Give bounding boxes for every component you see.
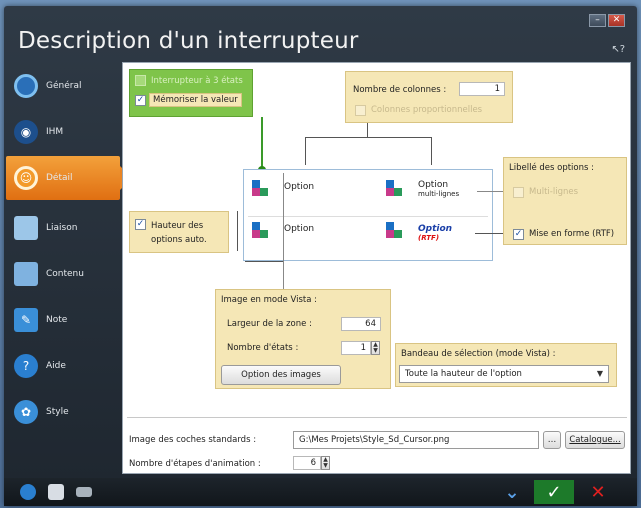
option-4: Option (RTF) bbox=[418, 224, 452, 242]
colonnes-prop-checkbox[interactable] bbox=[355, 105, 366, 116]
bandeau-select[interactable]: Toute la hauteur de l'option ▼ bbox=[399, 365, 609, 383]
option-image-icon bbox=[252, 180, 270, 198]
connector-line bbox=[305, 137, 306, 165]
option-image-icon bbox=[386, 222, 404, 240]
colonnes-prop-label: Colonnes proportionnelles bbox=[371, 105, 483, 115]
connector-line bbox=[367, 123, 368, 137]
interrupteur-3-etats-label: Interrupteur à 3 états bbox=[151, 76, 243, 86]
document-icon bbox=[14, 262, 38, 286]
connector-line bbox=[475, 233, 503, 234]
browse-button[interactable]: … bbox=[543, 431, 561, 449]
window-controls: – ✕ bbox=[589, 14, 625, 27]
eye-icon: ◉ bbox=[14, 120, 38, 144]
window-title: Description d'un interrupteur bbox=[18, 28, 359, 54]
ring-icon: ☺ bbox=[14, 166, 38, 190]
multi-lignes-checkbox[interactable] bbox=[513, 187, 524, 198]
sidebar-item-liaison[interactable]: Liaison bbox=[6, 206, 120, 250]
option-image-icon bbox=[386, 180, 404, 198]
option-4-line1: Option bbox=[418, 224, 453, 234]
option-images-button[interactable]: Option des images bbox=[221, 365, 341, 385]
sidebar: Général ◉ IHM ☺ Détail Liaison Contenu ✎… bbox=[6, 62, 132, 474]
bottom-toolbar: ⌄ ✓ ✕ bbox=[4, 478, 637, 506]
sidebar-item-label: Détail bbox=[46, 173, 73, 183]
image-coches-input[interactable]: G:\Mes Projets\Style_Sd_Cursor.png bbox=[293, 431, 539, 449]
sidebar-item-label: Note bbox=[46, 315, 68, 325]
etapes-input[interactable]: 6 bbox=[293, 456, 321, 470]
keyboard-icon[interactable] bbox=[76, 487, 92, 497]
options-preview: Option Option multi-lignes Option Option… bbox=[243, 169, 493, 261]
mise-en-forme-checkbox[interactable]: ✓ bbox=[513, 229, 524, 240]
nb-colonnes-input[interactable]: 1 bbox=[459, 82, 505, 96]
sidebar-item-label: Général bbox=[46, 81, 82, 91]
sidebar-item-aide[interactable]: ? Aide bbox=[6, 344, 120, 388]
sidebar-item-detail[interactable]: ☺ Détail bbox=[6, 156, 132, 200]
etats-input[interactable]: 1 bbox=[341, 341, 371, 355]
hauteur-options-label: Hauteur des options auto. bbox=[151, 221, 207, 245]
option-4-line2: (RTF) bbox=[418, 234, 440, 242]
option-2: Option bbox=[284, 224, 315, 234]
help-icon: ? bbox=[14, 354, 38, 378]
option-3: Option multi-lignes bbox=[418, 180, 459, 198]
sidebar-item-general[interactable]: Général bbox=[6, 64, 120, 108]
validate-button[interactable]: ✓ bbox=[534, 480, 574, 504]
sidebar-item-style[interactable]: ✿ Style bbox=[6, 390, 120, 434]
connector-line bbox=[431, 137, 432, 165]
style-icon: ✿ bbox=[14, 400, 38, 424]
option-image-icon bbox=[252, 222, 270, 240]
connector-line bbox=[305, 137, 431, 138]
close-button[interactable]: ✕ bbox=[608, 14, 625, 27]
sidebar-item-label: Liaison bbox=[46, 223, 78, 233]
etapes-label: Nombre d'étapes d'animation : bbox=[129, 459, 261, 469]
window-background: Description d'un interrupteur – ✕ ↖? Gén… bbox=[0, 0, 641, 508]
detail-panel: Interrupteur à 3 états ✓ Mémoriser la va… bbox=[122, 62, 631, 474]
catalogue-button[interactable]: Catalogue... bbox=[565, 431, 625, 449]
sidebar-item-ihm[interactable]: ◉ IHM bbox=[6, 110, 120, 154]
note-icon: ✎ bbox=[14, 308, 38, 332]
connector-line bbox=[477, 191, 503, 192]
mise-en-forme-label: Mise en forme (RTF) bbox=[529, 229, 615, 239]
colonnes-panel bbox=[345, 71, 513, 123]
ring-icon bbox=[14, 74, 38, 98]
width-indicator bbox=[245, 261, 283, 262]
divider bbox=[248, 216, 488, 217]
minimize-button[interactable]: – bbox=[589, 14, 606, 27]
sidebar-item-label: IHM bbox=[46, 127, 64, 137]
sidebar-item-contenu[interactable]: Contenu bbox=[6, 252, 120, 296]
chevron-down-icon: ▼ bbox=[596, 369, 603, 378]
sidebar-item-label: Contenu bbox=[46, 269, 84, 279]
etats-label: Nombre d'états : bbox=[227, 343, 299, 353]
image-coches-label: Image des coches standards : bbox=[129, 435, 257, 445]
divider bbox=[127, 417, 627, 418]
chevron-down-button[interactable]: ⌄ bbox=[492, 480, 532, 504]
hauteur-options-checkbox[interactable]: ✓ bbox=[135, 219, 146, 230]
etats-spinner[interactable]: ▲ ▼ bbox=[371, 341, 380, 355]
option-1: Option bbox=[284, 182, 315, 192]
sidebar-item-label: Style bbox=[46, 407, 69, 417]
width-guide bbox=[283, 173, 284, 289]
window-icon[interactable] bbox=[48, 484, 64, 500]
bandeau-title: Bandeau de sélection (mode Vista) : bbox=[401, 349, 556, 359]
image-vista-title: Image en mode Vista : bbox=[221, 295, 317, 305]
height-indicator bbox=[237, 211, 238, 251]
sidebar-item-note[interactable]: ✎ Note bbox=[6, 298, 120, 342]
cancel-button[interactable]: ✕ bbox=[578, 480, 618, 504]
sidebar-item-label: Aide bbox=[46, 361, 66, 371]
multi-lignes-label: Multi-lignes bbox=[529, 187, 579, 197]
option-3-line1: Option bbox=[418, 180, 449, 190]
nb-colonnes-label: Nombre de colonnes : bbox=[353, 85, 447, 95]
libelle-options-label: Libellé des options : bbox=[509, 163, 595, 173]
largeur-label: Largeur de la zone : bbox=[227, 319, 312, 329]
interrupteur-3-etats-checkbox[interactable] bbox=[135, 75, 146, 86]
memoriser-checkbox[interactable]: ✓ bbox=[135, 95, 146, 106]
option-3-line2: multi-lignes bbox=[418, 190, 460, 198]
bandeau-select-value: Toute la hauteur de l'option bbox=[405, 369, 522, 379]
memoriser-label: Mémoriser la valeur bbox=[149, 93, 242, 107]
document-icon bbox=[14, 216, 38, 240]
largeur-input[interactable]: 64 bbox=[341, 317, 381, 331]
help-cursor-icon[interactable]: ↖? bbox=[611, 44, 625, 55]
etapes-spinner[interactable]: ▲ ▼ bbox=[321, 456, 330, 470]
connector-line bbox=[261, 117, 263, 169]
help-icon[interactable] bbox=[20, 484, 36, 500]
